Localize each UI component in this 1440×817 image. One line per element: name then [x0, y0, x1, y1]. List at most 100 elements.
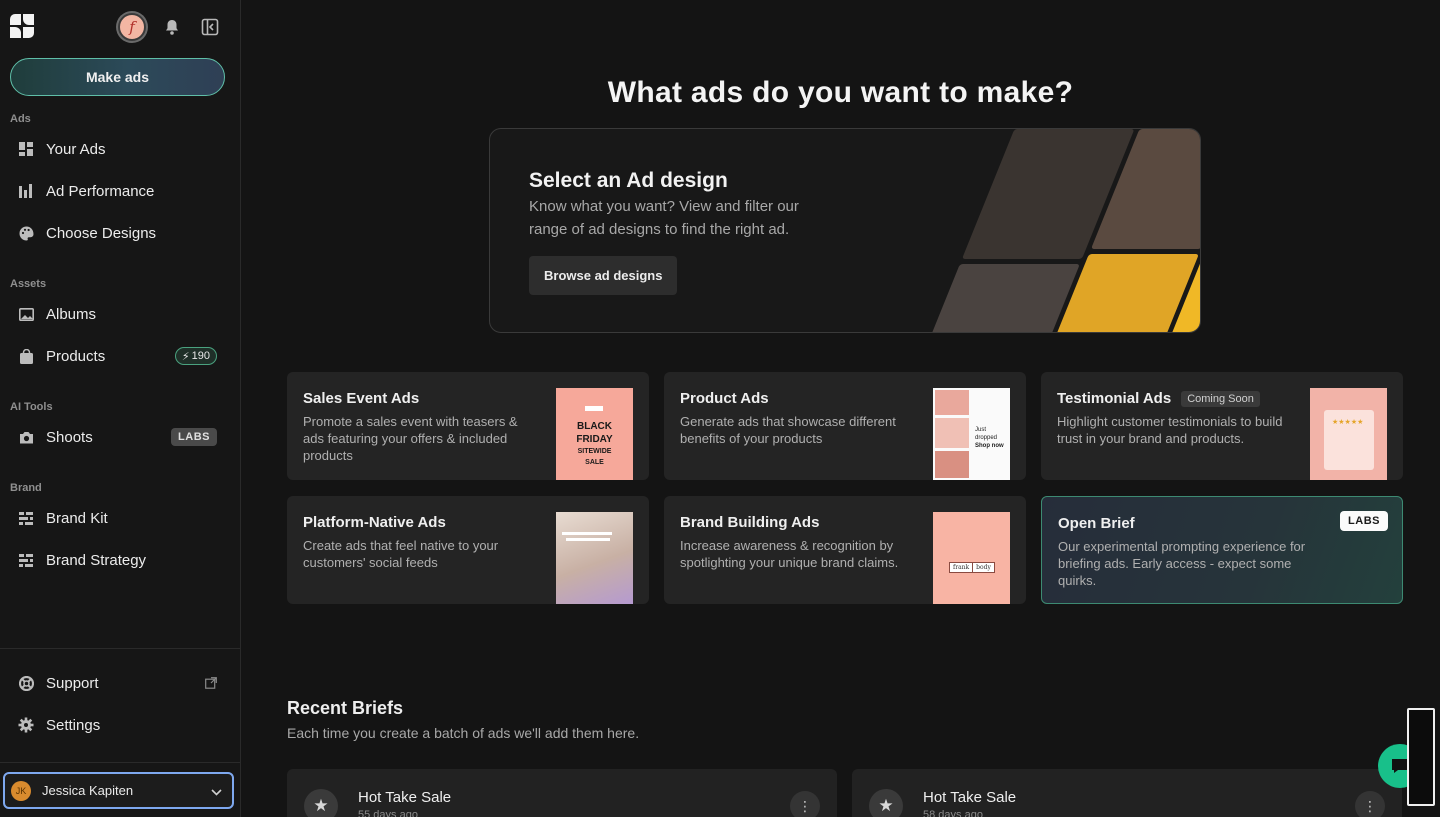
brief-card[interactable]: ★ Hot Take Sale 58 days ago ⋮	[852, 769, 1402, 817]
thumb-text: SALE	[585, 459, 604, 466]
brief-card[interactable]: ★ Hot Take Sale 55 days ago ⋮	[287, 769, 837, 817]
sidebar-item-brand-strategy[interactable]: Brand Strategy	[10, 542, 230, 578]
card-title-text: Testimonial Ads	[1057, 390, 1172, 407]
card-title: Testimonial Ads Coming Soon	[1057, 390, 1260, 407]
sidebar-divider	[0, 648, 240, 649]
thumb-text: FRIDAY	[576, 434, 613, 445]
page-title: What ads do you want to make?	[607, 76, 1074, 109]
product-ads-thumbnail: Just dropped Shop now	[933, 388, 1010, 480]
section-label-ads: Ads	[10, 113, 31, 125]
sidebar-item-brand-kit[interactable]: Brand Kit	[10, 500, 230, 536]
bell-icon[interactable]	[160, 15, 184, 39]
card-title-text: Product Ads	[680, 390, 769, 407]
card-title-text: Brand Building Ads	[680, 514, 820, 531]
sidebar-item-ad-performance[interactable]: Ad Performance	[10, 173, 230, 209]
card-brand-building-ads[interactable]: Brand Building Ads Increase awareness & …	[664, 496, 1026, 604]
card-sales-event-ads[interactable]: Sales Event Ads Promote a sales event wi…	[287, 372, 649, 480]
thumb-text: BLACK	[577, 421, 612, 432]
avatar: JK	[11, 780, 31, 801]
recent-briefs-title: Recent Briefs	[287, 698, 404, 718]
make-ads-button[interactable]: Make ads	[10, 58, 225, 96]
card-title: Sales Event Ads	[303, 390, 419, 407]
main-content: What ads do you want to make? Select an …	[241, 0, 1440, 817]
thumb-text: dropped	[975, 435, 998, 441]
star-icon: ★	[869, 789, 903, 817]
sidebar-item-label: Settings	[46, 716, 101, 734]
sidebar-item-choose-designs[interactable]: Choose Designs	[10, 215, 230, 251]
sidebar-item-label: Products	[46, 347, 106, 365]
section-label-brand: Brand	[10, 482, 42, 494]
brand-building-thumbnail: frank body	[933, 512, 1010, 604]
sliders-icon	[17, 509, 35, 527]
card-title: Platform-Native Ads	[303, 514, 446, 531]
credits-count: 190	[191, 350, 210, 362]
brief-name: Hot Take Sale	[923, 789, 1017, 806]
sidebar: f Make ads Ads Your Ads Ad Performance C…	[0, 0, 241, 817]
sliders-icon	[17, 551, 35, 569]
card-title: Open Brief	[1058, 515, 1135, 532]
sidebar-item-label: Support	[46, 674, 99, 692]
palette-icon	[17, 224, 35, 242]
card-description: Generate ads that showcase different ben…	[680, 414, 896, 446]
stars-icon: ★★★★★	[1332, 419, 1364, 426]
card-open-brief[interactable]: Open Brief Our experimental prompting ex…	[1041, 496, 1403, 604]
browse-ad-designs-button[interactable]: Browse ad designs	[529, 256, 678, 295]
more-options-icon[interactable]: ⋮	[790, 791, 820, 817]
user-account-select[interactable]: JK Jessica Kapiten	[3, 772, 234, 809]
card-product-ads[interactable]: Product Ads Generate ads that showcase d…	[664, 372, 1026, 480]
camera-icon	[17, 428, 35, 446]
bar-chart-icon	[17, 182, 35, 200]
sidebar-collapse-icon[interactable]	[198, 15, 222, 39]
card-title-text: Platform-Native Ads	[303, 514, 446, 531]
sidebar-item-albums[interactable]: Albums	[10, 296, 230, 332]
sidebar-item-label: Your Ads	[46, 140, 106, 158]
labs-badge: LABS	[171, 428, 217, 446]
sidebar-item-label: Shoots	[46, 428, 93, 446]
card-description: Our experimental prompting experience fo…	[1058, 539, 1306, 588]
card-testimonial-ads[interactable]: Testimonial Ads Coming Soon Highlight cus…	[1041, 372, 1403, 480]
thumb-text: body	[976, 564, 991, 571]
sidebar-item-shoots[interactable]: Shoots LABS	[10, 419, 230, 455]
credits-badge: ⚡ 190	[174, 347, 217, 365]
sidebar-item-settings[interactable]: Settings	[10, 707, 230, 743]
card-title-text: Open Brief	[1058, 515, 1135, 532]
chevron-down-icon	[211, 784, 222, 799]
hero-description: Know what you want? View and filter our …	[529, 198, 799, 238]
card-platform-native-ads[interactable]: Platform-Native Ads Create ads that feel…	[287, 496, 649, 604]
brief-age: 58 days ago	[923, 809, 983, 817]
grid-logo-icon[interactable]	[10, 14, 34, 38]
thumb-text: Shop now	[975, 443, 1004, 449]
sidebar-item-label: Ad Performance	[46, 182, 155, 200]
dashboard-icon	[17, 140, 35, 158]
sidebar-item-your-ads[interactable]: Your Ads	[10, 131, 230, 167]
sales-event-thumbnail: BLACK FRIDAY SITEWIDE SALE	[556, 388, 633, 480]
sidebar-item-label: Brand Kit	[46, 509, 108, 527]
account-avatar[interactable]: f	[118, 13, 146, 41]
testimonial-thumbnail: ★★★★★	[1310, 388, 1387, 480]
platform-native-thumbnail	[556, 512, 633, 604]
sidebar-item-support[interactable]: Support	[10, 665, 230, 701]
side-panel-tab[interactable]	[1407, 708, 1435, 806]
ad-design-hero-card[interactable]: Select an Ad design Know what you want? …	[489, 128, 1201, 333]
thumb-text: SITEWIDE	[577, 448, 612, 455]
section-label-assets: Assets	[10, 278, 47, 290]
star-icon: ★	[304, 789, 338, 817]
more-options-icon[interactable]: ⋮	[1355, 791, 1385, 817]
coming-soon-badge: Coming Soon	[1181, 390, 1260, 407]
card-title-text: Sales Event Ads	[303, 390, 420, 407]
user-name: Jessica Kapiten	[42, 783, 134, 798]
sidebar-item-label: Albums	[46, 305, 97, 323]
bolt-icon: ⚡	[181, 350, 190, 363]
shopping-bag-icon	[17, 347, 35, 365]
lifebuoy-icon	[17, 674, 35, 692]
sidebar-item-products[interactable]: Products ⚡ 190	[10, 338, 230, 374]
image-icon	[17, 305, 35, 323]
card-title: Brand Building Ads	[680, 514, 819, 531]
thumb-text: Just	[975, 427, 987, 433]
card-description: Promote a sales event with teasers & ads…	[303, 414, 518, 463]
brief-age: 55 days ago	[358, 809, 418, 817]
recent-briefs-subtitle: Each time you create a batch of ads we'l…	[287, 725, 640, 741]
thumb-text: frank	[950, 563, 974, 572]
card-description: Highlight customer testimonials to build…	[1057, 414, 1283, 446]
card-description: Increase awareness & recognition by spot…	[680, 538, 899, 570]
